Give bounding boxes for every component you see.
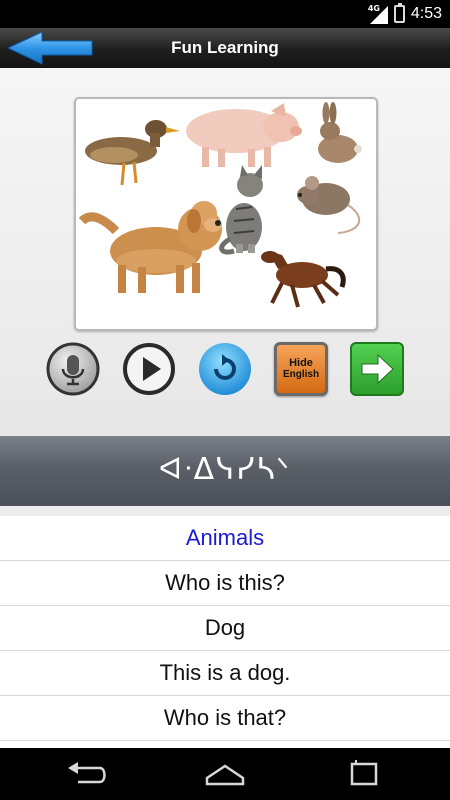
status-bar: 4G ⚡ 4:53 [0, 0, 450, 28]
dog-icon [78, 201, 222, 293]
page-title: Fun Learning [171, 38, 279, 57]
next-button[interactable] [350, 342, 404, 396]
lesson-panel: Hide English [0, 68, 450, 435]
phrase-list: Animals Who is this? Dog This is a dog. … [0, 516, 450, 748]
phrase-item[interactable]: Who is this? [0, 561, 450, 606]
lesson-image [74, 97, 378, 331]
horse-icon [261, 251, 346, 308]
syllabics-banner: ᐊᐧᐃᓭᓯᓴᐠ [0, 436, 450, 506]
syllabics-word: ᐊᐧᐃᓭᓯᓴᐠ [158, 452, 292, 487]
hide-english-label-1: Hide [289, 357, 313, 369]
cat-icon [219, 165, 263, 255]
battery-icon: ⚡ [393, 3, 405, 23]
nav-recents-icon[interactable] [342, 760, 386, 788]
play-button[interactable] [122, 342, 176, 396]
pig-icon [186, 103, 302, 167]
rabbit-icon [318, 102, 362, 163]
nav-home-icon[interactable] [203, 760, 247, 788]
navigation-bar [0, 748, 450, 800]
replay-button[interactable] [198, 342, 252, 396]
status-icons: 4G ⚡ 4:53 [368, 3, 442, 25]
record-button[interactable] [46, 342, 100, 396]
title-bar: Fun Learning [0, 28, 450, 69]
phrase-item[interactable]: Dog [0, 606, 450, 651]
signal-icon: 4G [368, 4, 388, 24]
phrase-item[interactable]: Who is that? [0, 696, 450, 741]
arrow-right-icon [361, 353, 394, 385]
category-header: Animals [0, 516, 450, 561]
duck-icon [85, 120, 180, 186]
mouse-icon [297, 176, 361, 234]
hide-english-label-2: English [282, 369, 320, 380]
nav-back-icon[interactable] [64, 760, 108, 788]
phrase-item[interactable]: This is a dog. [0, 651, 450, 696]
clock: 4:53 [410, 5, 442, 22]
hide-english-button[interactable]: Hide English [274, 342, 328, 396]
